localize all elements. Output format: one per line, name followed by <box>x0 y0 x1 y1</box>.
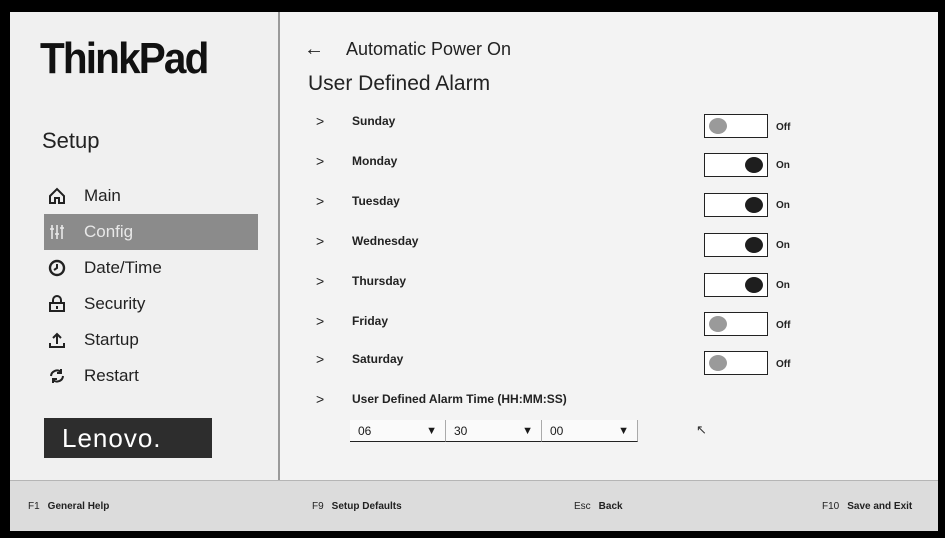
toggle-state-friday: Off <box>776 320 791 331</box>
toggle-thursday[interactable] <box>704 273 768 297</box>
day-label: Sunday <box>352 114 396 128</box>
chevron-right-icon: > <box>316 313 325 329</box>
toggle-friday[interactable] <box>704 312 768 336</box>
alarm-time-selectors: 06 ▼ 30 ▼ 00 ▼ <box>350 420 638 442</box>
chevron-down-icon: ▼ <box>522 424 533 437</box>
day-label: Monday <box>352 154 398 168</box>
alarm-time-label: User Defined Alarm Time (HH:MM:SS) <box>352 392 567 406</box>
sidebar-item-label: Config <box>84 222 134 241</box>
bios-screen: ThinkPad Setup Main Config Date/Time Sec… <box>10 12 938 531</box>
day-label: Wednesday <box>352 234 419 248</box>
minutes-value: 30 <box>454 423 468 438</box>
action-label: Setup Defaults <box>331 501 402 512</box>
day-row-wednesday[interactable]: > Wednesday <box>316 228 418 254</box>
sidebar-item-restart[interactable]: Restart <box>44 358 258 394</box>
footer-setup-defaults[interactable]: F9 Setup Defaults <box>312 501 402 512</box>
chevron-right-icon: > <box>316 233 325 249</box>
sidebar: ThinkPad Setup Main Config Date/Time Sec… <box>10 12 280 480</box>
day-label: Friday <box>352 314 389 328</box>
thinkpad-logo: ThinkPad <box>40 34 209 83</box>
breadcrumb: ← Automatic Power On <box>304 38 511 61</box>
toggle-knob <box>709 118 727 134</box>
day-row-saturday[interactable]: > Saturday <box>316 346 403 372</box>
seconds-value: 00 <box>550 423 564 438</box>
sidebar-item-label: Restart <box>84 366 139 385</box>
key-label: Esc <box>574 501 591 512</box>
toggle-knob <box>745 277 763 293</box>
sidebar-item-main[interactable]: Main <box>44 178 258 214</box>
toggle-state-tuesday: On <box>776 200 790 211</box>
toggle-wednesday[interactable] <box>704 233 768 257</box>
toggle-state-monday: On <box>776 160 790 171</box>
page-title: User Defined Alarm <box>308 72 491 95</box>
day-row-sunday[interactable]: > Sunday <box>316 108 395 134</box>
mouse-cursor-icon: ↖ <box>696 422 707 437</box>
lock-icon <box>46 293 68 315</box>
sidebar-item-label: Date/Time <box>84 258 162 277</box>
day-row-thursday[interactable]: > Thursday <box>316 268 406 294</box>
footer-bar: F1 General Help F9 Setup Defaults Esc Back … <box>10 480 938 531</box>
toggle-sunday[interactable] <box>704 114 768 138</box>
action-label: General Help <box>47 501 110 512</box>
sidebar-item-label: Main <box>84 186 121 205</box>
alarm-time-row[interactable]: > User Defined Alarm Time (HH:MM:SS) <box>316 386 567 412</box>
sidebar-item-date-time[interactable]: Date/Time <box>44 250 258 286</box>
sidebar-item-label: Startup <box>84 330 139 349</box>
sidebar-item-startup[interactable]: Startup <box>44 322 258 358</box>
toggle-knob <box>709 316 727 332</box>
footer-save-exit[interactable]: F10 Save and Exit <box>822 501 912 512</box>
chevron-right-icon: > <box>316 391 325 407</box>
toggle-knob <box>745 157 763 173</box>
main-panel: ← Automatic Power On User Defined Alarm … <box>280 12 938 480</box>
day-label: Saturday <box>352 352 404 366</box>
day-row-friday[interactable]: > Friday <box>316 308 388 334</box>
sidebar-item-label: Security <box>84 294 146 313</box>
key-label: F1 <box>28 501 40 512</box>
key-label: F9 <box>312 501 324 512</box>
seconds-select[interactable]: 00 ▼ <box>542 420 638 442</box>
footer-general-help[interactable]: F1 General Help <box>28 501 109 512</box>
toggle-state-wednesday: On <box>776 240 790 251</box>
sidebar-item-security[interactable]: Security <box>44 286 258 322</box>
chevron-right-icon: > <box>316 113 325 129</box>
day-row-tuesday[interactable]: > Tuesday <box>316 188 400 214</box>
hours-value: 06 <box>358 423 372 438</box>
toggle-knob <box>745 197 763 213</box>
action-label: Save and Exit <box>847 501 913 512</box>
toggle-state-sunday: Off <box>776 122 791 133</box>
action-label: Back <box>598 501 623 512</box>
chevron-right-icon: > <box>316 193 325 209</box>
home-icon <box>46 185 68 207</box>
clock-icon <box>46 257 68 279</box>
toggle-knob <box>709 355 727 371</box>
day-label: Tuesday <box>352 194 400 208</box>
day-row-monday[interactable]: > Monday <box>316 148 397 174</box>
toggle-tuesday[interactable] <box>704 193 768 217</box>
back-arrow-icon[interactable]: ← <box>304 38 324 61</box>
toggle-saturday[interactable] <box>704 351 768 375</box>
footer-back[interactable]: Esc Back <box>574 501 623 512</box>
toggle-knob <box>745 237 763 253</box>
sidebar-nav: Main Config Date/Time Security Startup R… <box>44 178 258 394</box>
breadcrumb-label: Automatic Power On <box>346 39 512 59</box>
chevron-right-icon: > <box>316 153 325 169</box>
chevron-right-icon: > <box>316 351 325 367</box>
setup-title: Setup <box>42 128 100 153</box>
chevron-down-icon: ▼ <box>618 424 629 437</box>
sidebar-item-config[interactable]: Config <box>44 214 258 250</box>
key-label: F10 <box>822 501 840 512</box>
lenovo-logo: Lenovo. <box>44 418 212 458</box>
upload-icon <box>46 329 68 351</box>
sliders-icon <box>46 221 68 243</box>
refresh-icon <box>46 365 68 387</box>
toggle-state-saturday: Off <box>776 359 791 370</box>
hours-select[interactable]: 06 ▼ <box>350 420 446 442</box>
chevron-down-icon: ▼ <box>426 424 437 437</box>
chevron-right-icon: > <box>316 273 325 289</box>
toggle-state-thursday: On <box>776 280 790 291</box>
day-label: Thursday <box>352 274 407 288</box>
toggle-monday[interactable] <box>704 153 768 177</box>
minutes-select[interactable]: 30 ▼ <box>446 420 542 442</box>
